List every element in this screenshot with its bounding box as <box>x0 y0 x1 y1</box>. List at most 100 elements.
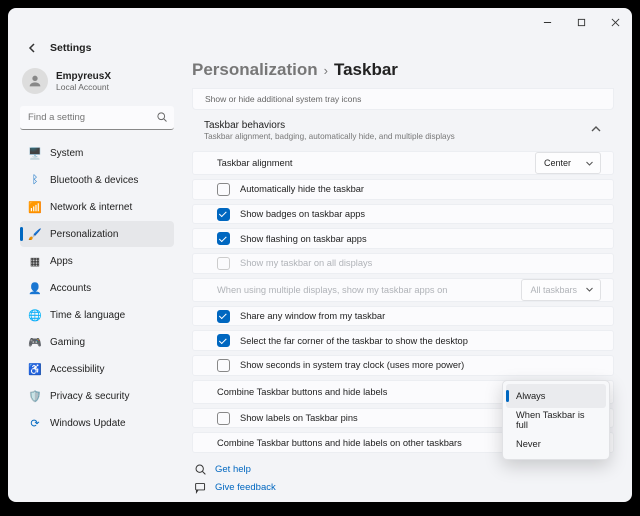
chevron-down-icon <box>585 159 594 168</box>
apps-icon: ▦ <box>28 254 42 268</box>
row-label: Share any window from my taskbar <box>240 311 385 321</box>
farcorner-checkbox[interactable] <box>217 334 230 347</box>
accounts-icon: 👤 <box>28 281 42 295</box>
maximize-button[interactable] <box>564 10 598 34</box>
nav-label: Time & language <box>50 310 125 321</box>
nav-label: Apps <box>50 256 73 267</box>
search-icon <box>156 111 168 123</box>
row-label: Taskbar alignment <box>217 158 292 168</box>
accessibility-icon: ♿ <box>28 362 42 376</box>
alignment-combo[interactable]: Center <box>535 152 601 174</box>
header-row: Settings <box>8 36 632 60</box>
behaviors-subtitle: Taskbar alignment, badging, automaticall… <box>204 132 455 141</box>
close-button[interactable] <box>598 10 632 34</box>
seconds-row: Show seconds in system tray clock (uses … <box>192 355 614 376</box>
autohide-checkbox[interactable] <box>217 183 230 196</box>
search-input[interactable] <box>20 106 174 130</box>
sidebar-item-accounts[interactable]: 👤 Accounts <box>20 275 174 301</box>
row-label: Show labels on Taskbar pins <box>240 413 358 423</box>
nav-label: Bluetooth & devices <box>50 175 138 186</box>
row-label: When using multiple displays, show my ta… <box>217 285 447 295</box>
dropdown-option-whenfull[interactable]: When Taskbar is full <box>506 408 606 432</box>
get-help-link[interactable]: Get help <box>194 463 614 476</box>
dropdown-option-always[interactable]: Always <box>506 384 606 408</box>
chevron-down-icon <box>585 285 594 294</box>
seconds-checkbox[interactable] <box>217 359 230 372</box>
personalization-icon: 🖌️ <box>28 227 42 241</box>
time-icon: 🌐 <box>28 308 42 322</box>
chevron-right-icon: › <box>324 63 328 78</box>
badges-checkbox[interactable] <box>217 208 230 221</box>
nav-label: Gaming <box>50 337 85 348</box>
share-checkbox[interactable] <box>217 310 230 323</box>
multidisplay-where-row: When using multiple displays, show my ta… <box>192 278 614 302</box>
feedback-icon <box>194 481 207 494</box>
back-button[interactable] <box>22 37 44 59</box>
combine-other-dropdown[interactable]: Always When Taskbar is full Never <box>502 380 610 460</box>
nav-label: Privacy & security <box>50 391 129 402</box>
bluetooth-icon: ᛒ <box>28 173 42 187</box>
share-row: Share any window from my taskbar <box>192 306 614 327</box>
nav-label: Accessibility <box>50 364 104 375</box>
taskbar-behaviors-expander[interactable]: Taskbar behaviors Taskbar alignment, bad… <box>192 112 614 147</box>
sidebar-item-personalization[interactable]: 🖌️Personalization <box>20 221 174 247</box>
multidisplay-checkbox <box>217 257 230 270</box>
sidebar-item-bluetooth[interactable]: ᛒ Bluetooth & devices <box>20 167 174 193</box>
sidebar-item-time[interactable]: 🌐 Time & language <box>20 302 174 328</box>
help-icon <box>194 463 207 476</box>
row-label: Show badges on taskbar apps <box>240 209 365 219</box>
row-label: Automatically hide the taskbar <box>240 184 364 194</box>
behaviors-title: Taskbar behaviors <box>204 120 455 131</box>
combo-value: Center <box>544 158 571 168</box>
breadcrumb-current: Taskbar <box>334 60 398 80</box>
titlebar <box>8 8 632 36</box>
row-label: Show seconds in system tray clock (uses … <box>240 360 464 370</box>
give-feedback-link[interactable]: Give feedback <box>194 481 614 494</box>
privacy-icon: 🛡️ <box>28 389 42 403</box>
badges-row: Show badges on taskbar apps <box>192 204 614 225</box>
autohide-row: Automatically hide the taskbar <box>192 179 614 200</box>
footer-links: Get help Give feedback <box>192 463 614 494</box>
avatar-icon <box>22 68 48 94</box>
account-block[interactable]: EmpyreusX Local Account <box>20 66 174 96</box>
sidebar-item-accessibility[interactable]: ♿ Accessibility <box>20 356 174 382</box>
nav-label: Accounts <box>50 283 91 294</box>
gaming-icon: 🎮 <box>28 335 42 349</box>
pinlabels-checkbox[interactable] <box>217 412 230 425</box>
farcorner-row: Select the far corner of the taskbar to … <box>192 330 614 351</box>
nav-label: Network & internet <box>50 202 132 213</box>
sidebar-item-update[interactable]: ⟳ Windows Update <box>20 410 174 436</box>
sidebar-item-apps[interactable]: ▦ Apps <box>20 248 174 274</box>
row-label: Combine Taskbar buttons and hide labels <box>217 387 387 397</box>
row-label: Combine Taskbar buttons and hide labels … <box>217 438 462 448</box>
account-name: EmpyreusX <box>56 71 111 82</box>
search-box[interactable] <box>20 106 174 130</box>
link-label: Give feedback <box>215 482 276 493</box>
system-icon: 🖥️ <box>28 146 42 160</box>
breadcrumb: Personalization › Taskbar <box>192 60 614 80</box>
row-label: Select the far corner of the taskbar to … <box>240 336 468 346</box>
chevron-up-icon <box>590 123 602 135</box>
nav-label: Windows Update <box>50 418 126 429</box>
flashing-checkbox[interactable] <box>217 232 230 245</box>
network-icon: 📶 <box>28 200 42 214</box>
row-label: Show flashing on taskbar apps <box>240 234 367 244</box>
multidisplay-row: Show my taskbar on all displays <box>192 253 614 274</box>
taskbar-alignment-row: Taskbar alignment Center <box>192 151 614 175</box>
sidebar-item-privacy[interactable]: 🛡️ Privacy & security <box>20 383 174 409</box>
minimize-button[interactable] <box>530 10 564 34</box>
sidebar-item-gaming[interactable]: 🎮 Gaming <box>20 329 174 355</box>
multidisplay-where-combo: All taskbars <box>521 279 601 301</box>
update-icon: ⟳ <box>28 416 42 430</box>
sidebar-item-network[interactable]: 📶 Network & internet <box>20 194 174 220</box>
sidebar-item-system[interactable]: 🖥️ System <box>20 140 174 166</box>
breadcrumb-parent[interactable]: Personalization <box>192 60 318 80</box>
nav: 🖥️ System ᛒ Bluetooth & devices 📶 Network &… <box>20 140 174 436</box>
nav-label: System <box>50 148 83 159</box>
app-title: Settings <box>50 42 91 54</box>
settings-window: Settings EmpyreusX Local Account 🖥️ Syste… <box>8 8 632 502</box>
dropdown-option-never[interactable]: Never <box>506 432 606 456</box>
flashing-row: Show flashing on taskbar apps <box>192 228 614 249</box>
tray-icons-row[interactable]: Show or hide additional system tray icon… <box>192 88 614 110</box>
row-label: Show my taskbar on all displays <box>240 258 372 268</box>
